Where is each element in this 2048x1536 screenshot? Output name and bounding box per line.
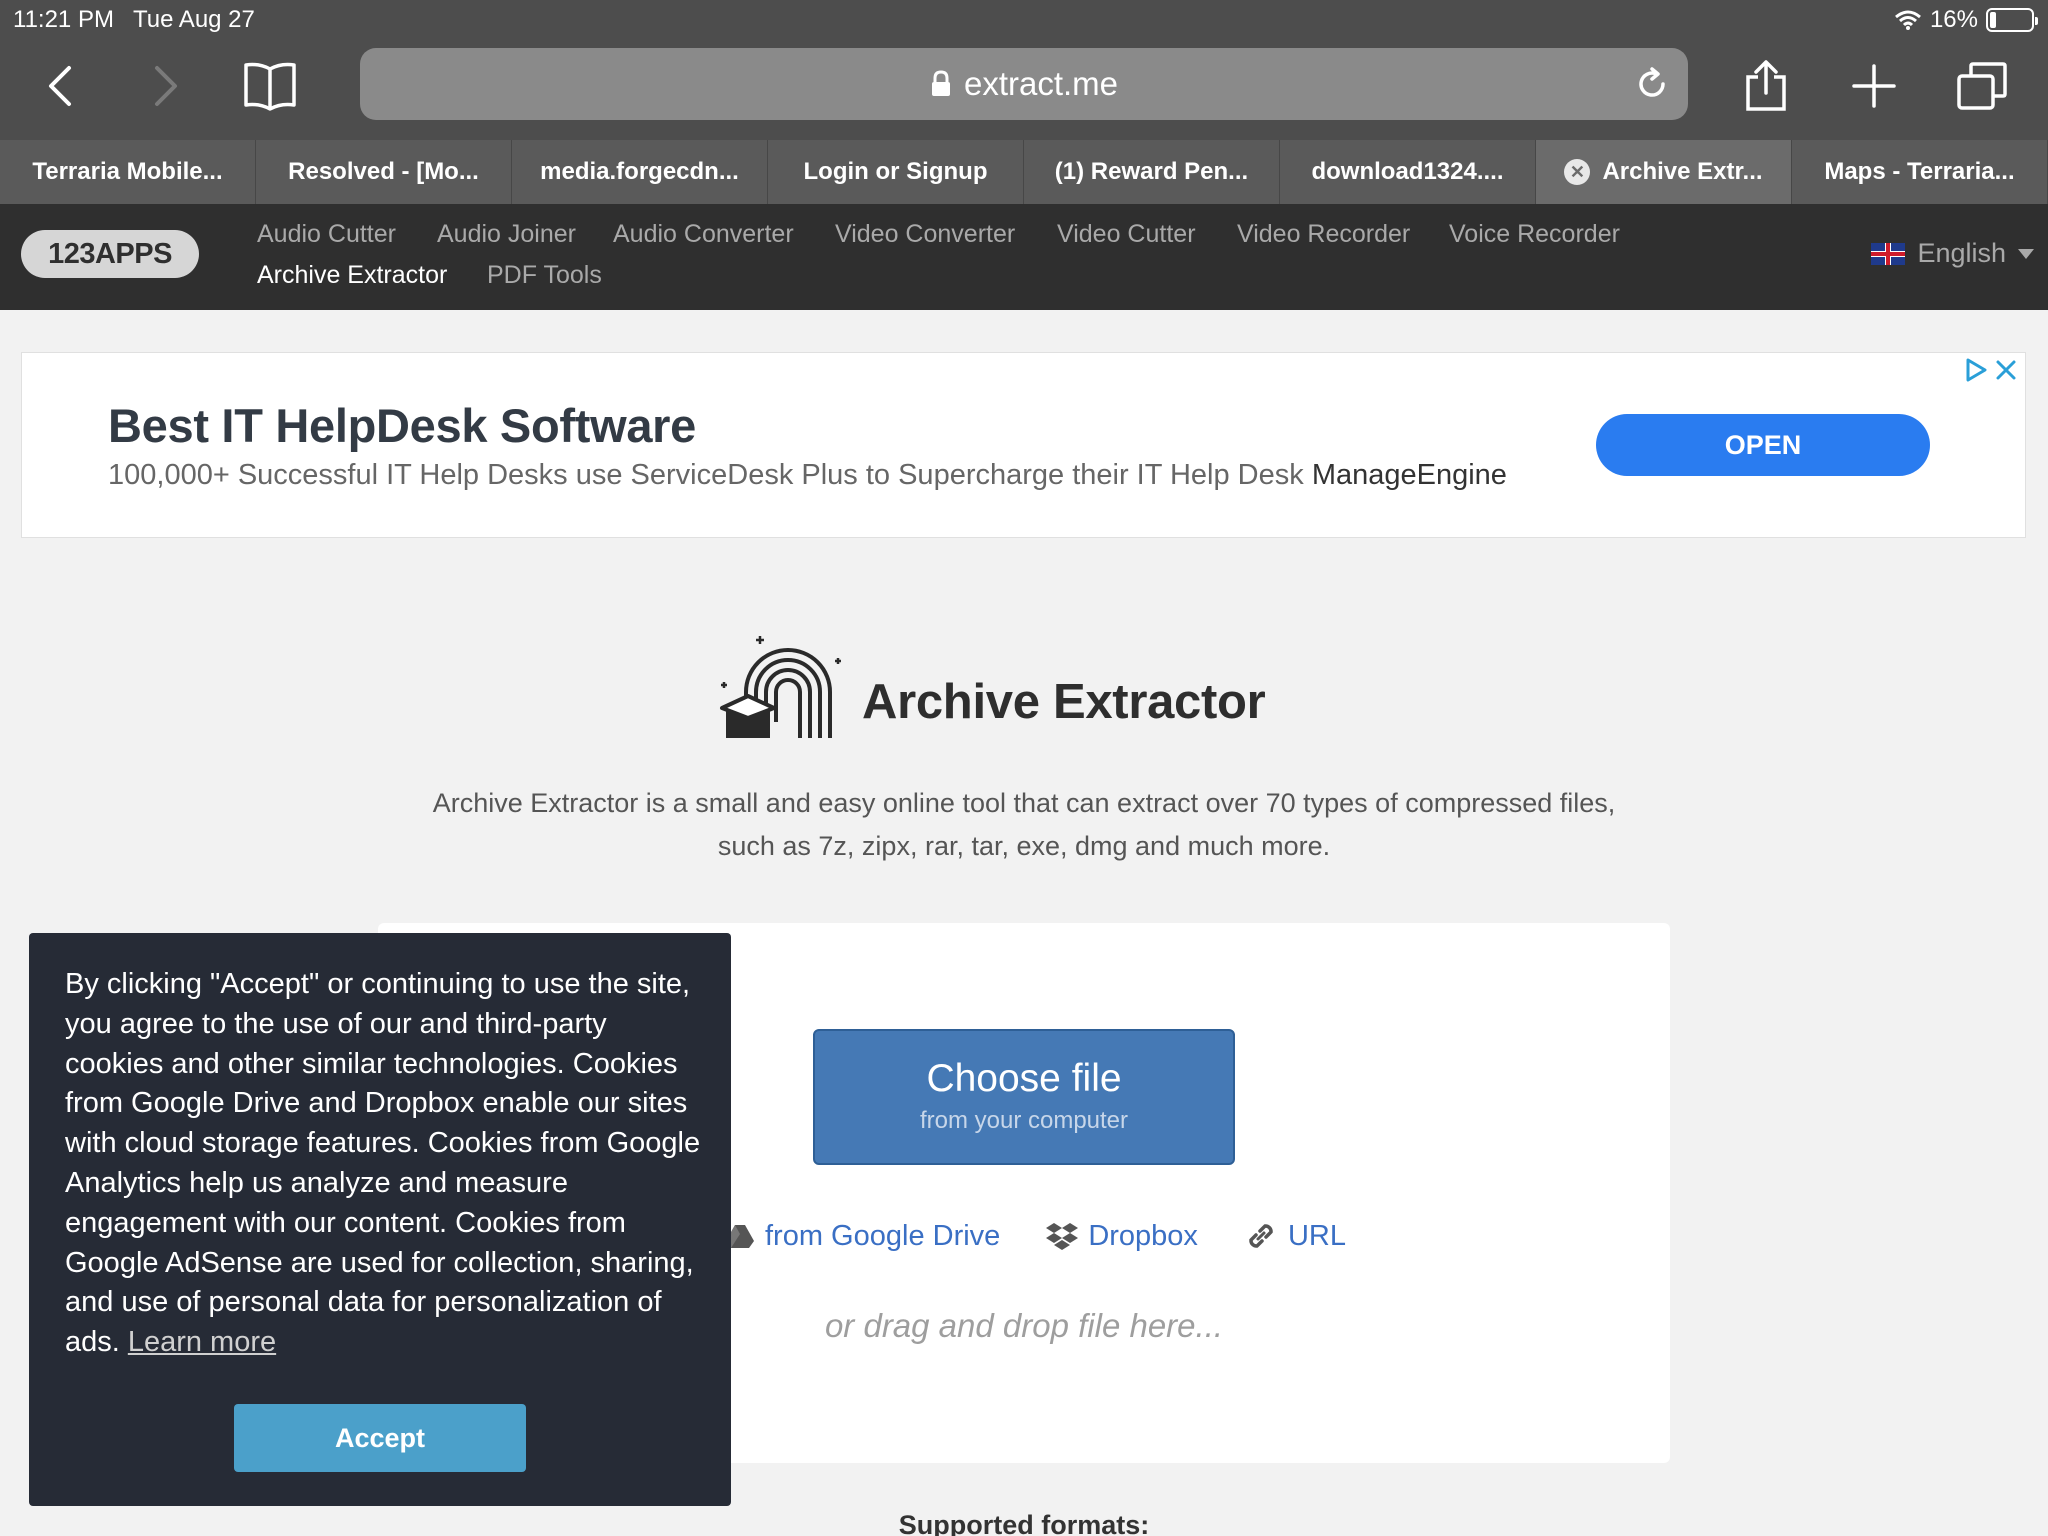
page-title: Archive Extractor [862,675,1266,729]
site-logo[interactable]: 123APPS [21,230,199,278]
nav-audio-joiner[interactable]: Audio Joiner [437,220,576,249]
nav-audio-cutter[interactable]: Audio Cutter [257,220,396,249]
caret-down-icon [2018,248,2034,259]
reload-icon [1639,67,1665,97]
browser-tab[interactable]: Maps - Terraria... [1792,140,2048,204]
language-label: English [1917,238,2006,268]
cookie-banner: By clicking "Accept" or continuing to us… [29,933,731,1506]
ad-banner[interactable]: Best IT HelpDesk Software 100,000+ Succe… [21,352,2026,538]
browser-tab[interactable]: download1324.... [1280,140,1536,204]
learn-more-link[interactable]: Learn more [128,1326,276,1358]
address-bar[interactable]: extract.me [360,48,1688,120]
share-icon [1746,60,1786,111]
choose-file-sublabel: from your computer [919,1107,1129,1134]
tab-label: Maps - Terraria... [1824,158,2015,185]
tab-label: Login or Signup [803,158,988,185]
new-tab-button[interactable] [1844,56,1904,116]
close-tab-icon[interactable]: ✕ [1564,159,1591,185]
ad-title[interactable]: Best IT HelpDesk Software [108,398,696,453]
choose-file-label: Choose file [926,1057,1122,1100]
reload-button[interactable] [1628,60,1676,108]
browser-tab[interactable]: Resolved - [Mo... [256,140,512,204]
book-icon [244,62,296,111]
status-right: 16% [1894,6,2038,34]
choose-file-button[interactable]: Choose file from your computer [813,1029,1235,1165]
url-label: URL [1287,1219,1346,1252]
status-date: Tue Aug 27 [133,6,255,33]
hero: Archive Extractor [0,630,2048,740]
browser-tab[interactable]: media.forgecdn... [512,140,768,204]
forward-button[interactable] [136,56,196,116]
chevron-left-icon [49,66,71,106]
share-button[interactable] [1736,56,1796,116]
ad-description: 100,000+ Successful IT Help Desks use Se… [108,459,1507,492]
dropbox-link[interactable]: Dropbox [1046,1220,1198,1253]
status-time: 11:21 PM [13,6,114,33]
browser-tab[interactable]: Login or Signup [768,140,1024,204]
plus-icon [1852,64,1896,108]
close-ad-icon[interactable] [1993,357,2019,383]
page-description: Archive Extractor is a small and easy on… [432,788,1616,861]
bookmarks-button[interactable] [240,56,300,116]
back-button[interactable] [30,56,90,116]
nav-pdf-tools[interactable]: PDF Tools [487,261,602,290]
google-drive-label: from Google Drive [765,1219,1001,1252]
dropbox-label: Dropbox [1088,1219,1198,1252]
archive-extractor-logo-icon [720,636,841,738]
ad-description-text: 100,000+ Successful IT Help Desks use Se… [108,459,1304,491]
url-text: extract.me [963,65,1119,102]
accept-cookies-button[interactable]: Accept [234,1404,526,1472]
url-link[interactable]: URL [1244,1219,1346,1253]
google-drive-link[interactable]: from Google Drive [725,1220,1000,1253]
nav-video-converter[interactable]: Video Converter [835,220,1015,249]
site-header: 123APPS Audio Cutter Audio Joiner Audio … [0,204,2048,310]
wifi-icon [1894,10,1921,30]
dropbox-icon [1046,1223,1079,1250]
chevron-right-icon [155,66,177,106]
nav-video-cutter[interactable]: Video Cutter [1057,220,1196,249]
battery-icon [1986,8,2038,32]
nav-video-recorder[interactable]: Video Recorder [1237,220,1410,249]
browser-chrome: 11:21 PM Tue Aug 27 16% extract.me [0,0,2048,140]
tabs-icon [1957,62,2007,110]
tab-label: Archive Extr... [1602,158,1763,185]
tab-label: Resolved - [Mo... [288,158,479,185]
nav-voice-recorder[interactable]: Voice Recorder [1449,220,1620,249]
browser-tab[interactable]: Terraria Mobile... [0,140,256,204]
tabs-overview-button[interactable] [1952,56,2012,116]
battery-percent: 16% [1929,6,1978,33]
cookie-message: By clicking "Accept" or continuing to us… [65,968,701,1359]
adchoices-icon[interactable] [1963,357,1989,383]
tab-label: media.forgecdn... [540,158,739,185]
battery-fill [1990,12,1996,28]
ad-open-button[interactable]: OPEN [1596,414,1930,476]
language-selector[interactable]: English [1871,238,2034,269]
link-icon [1249,1224,1273,1248]
lock-icon [931,70,950,96]
url-display: extract.me [360,48,1688,120]
supported-formats-title: Supported formats: [898,1510,1150,1536]
upload-sources: from Google Drive Dropbox URL [725,1219,1392,1253]
tab-label: download1324.... [1311,158,1504,185]
nav-archive-extractor[interactable]: Archive Extractor [257,261,447,290]
tab-label: (1) Reward Pen... [1054,158,1249,185]
browser-tab-active[interactable]: ✕ Archive Extr... [1536,140,1792,204]
cookie-text: By clicking "Accept" or continuing to us… [65,965,705,1363]
browser-tab[interactable]: (1) Reward Pen... [1024,140,1280,204]
ad-brand: ManageEngine [1311,459,1507,491]
tab-bar: Terraria Mobile... Resolved - [Mo... med… [0,140,2048,204]
nav-audio-converter[interactable]: Audio Converter [613,220,794,249]
uk-flag-icon [1871,242,1906,265]
ad-choices [1963,357,2019,383]
tab-label: Terraria Mobile... [32,158,223,185]
